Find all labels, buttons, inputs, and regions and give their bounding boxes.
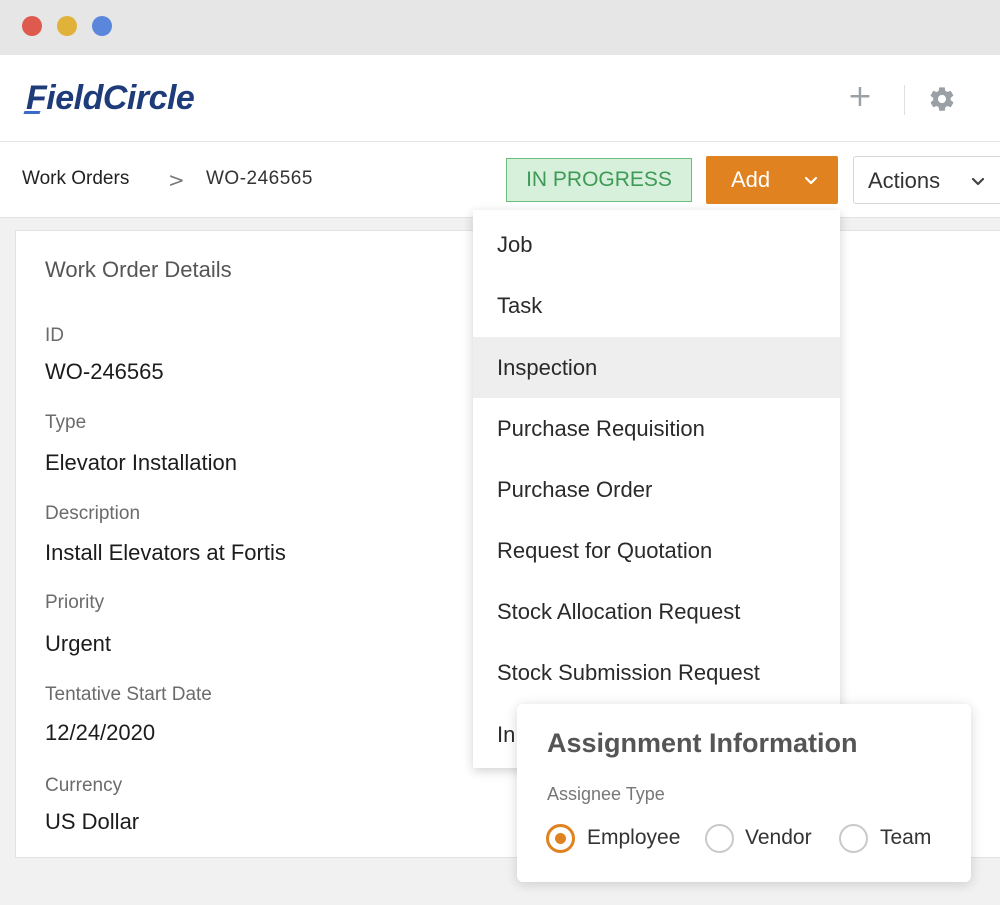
window-titlebar xyxy=(0,0,1000,55)
field-label-priority: Priority xyxy=(45,592,105,613)
gear-icon[interactable] xyxy=(928,85,956,113)
assignee-type-label: Assignee Type xyxy=(547,784,665,804)
field-value-description: Install Elevators at Fortis xyxy=(45,540,286,565)
actions-button[interactable]: Actions xyxy=(853,156,1000,204)
radio-team[interactable] xyxy=(839,824,868,853)
minimize-window-button[interactable] xyxy=(57,16,77,36)
radio-vendor[interactable] xyxy=(705,824,734,853)
maximize-window-button[interactable] xyxy=(92,16,112,36)
menu-item-purchase-requisition[interactable]: Purchase Requisition xyxy=(473,398,840,459)
menu-item-request-for-quotation[interactable]: Request for Quotation xyxy=(473,520,840,581)
close-window-button[interactable] xyxy=(22,16,42,36)
add-button-label: Add xyxy=(731,167,771,192)
header-divider xyxy=(904,85,905,115)
radio-label-team[interactable]: Team xyxy=(880,826,931,850)
plus-icon[interactable]: + xyxy=(846,82,874,112)
radio-label-vendor[interactable]: Vendor xyxy=(745,826,812,850)
menu-item-purchase-order[interactable]: Purchase Order xyxy=(473,459,840,520)
chevron-down-icon xyxy=(968,171,988,191)
menu-item-inspection[interactable]: Inspection xyxy=(473,337,840,398)
field-label-id: ID xyxy=(45,325,64,346)
field-value-priority: Urgent xyxy=(45,631,112,656)
chevron-down-icon xyxy=(801,170,821,190)
add-dropdown-menu: Job Task Inspection Purchase Requisition… xyxy=(473,210,840,768)
radio-label-employee[interactable]: Employee xyxy=(587,826,680,850)
breadcrumb-current: WO-246565 xyxy=(206,168,313,189)
card-title: Work Order Details xyxy=(45,257,232,282)
field-label-currency: Currency xyxy=(45,775,123,796)
field-label-description: Description xyxy=(45,503,141,524)
field-value-id: WO-246565 xyxy=(45,359,164,384)
work-order-toolbar: Work Orders > WO-246565 IN PROGRESS Add … xyxy=(0,142,1000,218)
field-value-currency: US Dollar xyxy=(45,809,140,834)
field-value-type: Elevator Installation xyxy=(45,450,237,475)
field-label-start-date: Tentative Start Date xyxy=(45,684,212,705)
menu-item-job[interactable]: Job xyxy=(473,214,840,275)
assignment-title: Assignment Information xyxy=(547,728,858,758)
add-button[interactable]: Add xyxy=(706,156,838,204)
menu-item-task[interactable]: Task xyxy=(473,275,840,336)
radio-employee[interactable] xyxy=(546,824,575,853)
app-header: FieldCircle + xyxy=(0,55,1000,142)
breadcrumb-work-orders[interactable]: Work Orders xyxy=(22,168,129,190)
status-badge: IN PROGRESS xyxy=(506,158,692,202)
logo-swoosh xyxy=(23,111,41,114)
field-value-start-date: 12/24/2020 xyxy=(45,720,156,745)
menu-item-stock-allocation-request[interactable]: Stock Allocation Request xyxy=(473,581,840,642)
menu-item-stock-submission-request[interactable]: Stock Submission Request xyxy=(473,642,840,703)
fieldcircle-logo[interactable]: FieldCircle xyxy=(26,79,195,118)
actions-button-label: Actions xyxy=(868,168,941,193)
assignment-information-panel: Assignment Information Assignee Type Emp… xyxy=(517,704,971,882)
breadcrumb-separator: > xyxy=(168,168,185,192)
field-label-type: Type xyxy=(45,412,87,433)
